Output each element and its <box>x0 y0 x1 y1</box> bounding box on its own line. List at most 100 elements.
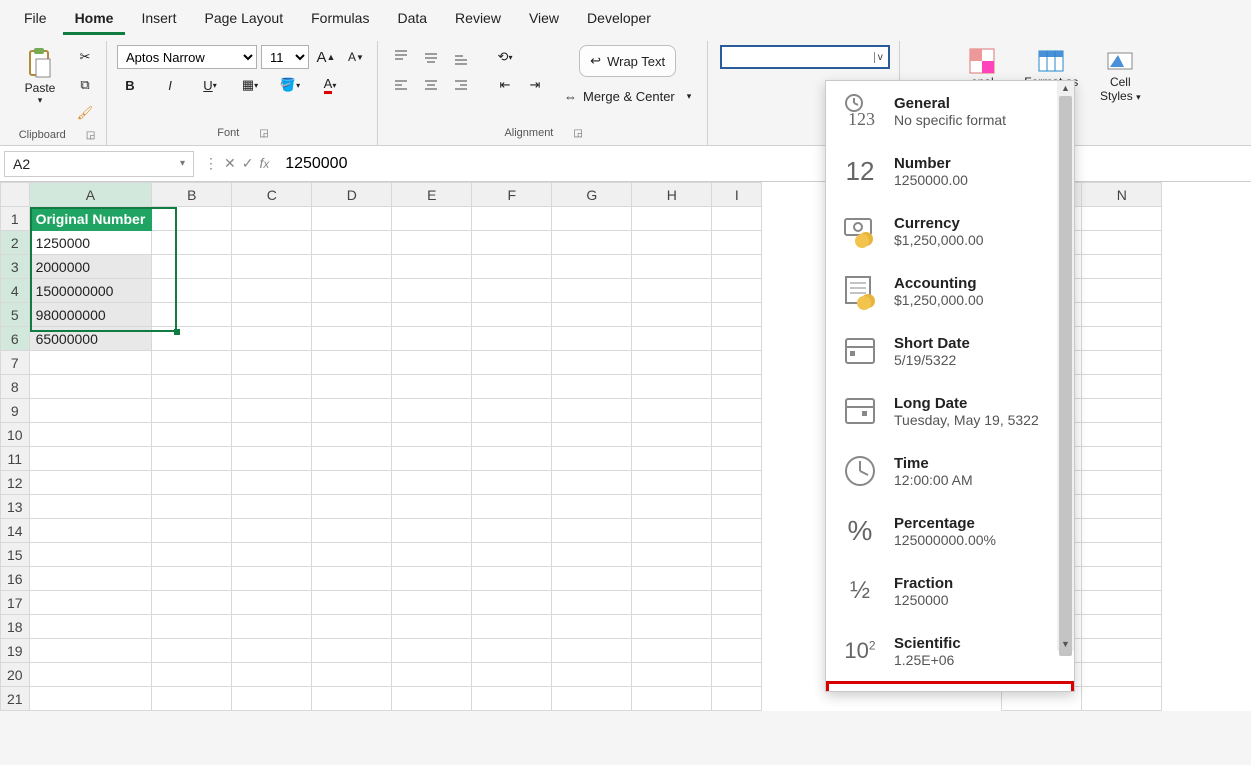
cell-A5[interactable]: 980000000 <box>29 303 152 327</box>
cancel-icon[interactable]: ✕ <box>224 155 236 172</box>
bold-button[interactable]: B <box>117 73 143 97</box>
row-header[interactable]: 9 <box>1 399 30 423</box>
orientation-button[interactable]: ⟲▾ <box>492 45 518 69</box>
tab-insert[interactable]: Insert <box>129 4 188 35</box>
format-painter-button[interactable]: 🖌 <box>72 101 98 125</box>
format-item-long-date[interactable]: Long DateTuesday, May 19, 5322 <box>826 381 1074 441</box>
row-header[interactable]: 4 <box>1 279 30 303</box>
col-header-A[interactable]: A <box>29 183 152 207</box>
font-size-select[interactable]: 11 <box>261 45 309 69</box>
merge-center-button[interactable]: ⇔ Merge & Center ▾ <box>556 85 699 108</box>
alignment-launcher[interactable]: ◲ <box>573 128 582 139</box>
row-header[interactable]: 20 <box>1 663 30 687</box>
cell-A1[interactable]: Original Number <box>29 207 152 231</box>
scroll-down-icon[interactable]: ▼ <box>1057 639 1074 649</box>
name-box[interactable]: A2 ▾ <box>4 151 194 177</box>
col-header-I[interactable]: I <box>712 183 762 207</box>
font-name-select[interactable]: Aptos Narrow <box>117 45 257 69</box>
number-format-combo[interactable]: v <box>720 45 890 69</box>
increase-indent-button[interactable]: ⇥ <box>522 73 548 97</box>
format-item-accounting[interactable]: Accounting $1,250,000.00 <box>826 261 1074 321</box>
row-header[interactable]: 14 <box>1 519 30 543</box>
row-header[interactable]: 19 <box>1 639 30 663</box>
col-header-F[interactable]: F <box>472 183 552 207</box>
row-header[interactable]: 11 <box>1 447 30 471</box>
row-header[interactable]: 18 <box>1 615 30 639</box>
row-header[interactable]: 1 <box>1 207 30 231</box>
borders-button[interactable]: ▦▾ <box>237 73 263 97</box>
fx-icon[interactable]: fx <box>259 155 269 172</box>
tab-view[interactable]: View <box>517 4 571 35</box>
formula-input[interactable] <box>275 149 1251 179</box>
row-header[interactable]: 8 <box>1 375 30 399</box>
cell-label2: Styles <box>1100 89 1133 103</box>
col-header-E[interactable]: E <box>392 183 472 207</box>
copy-button[interactable]: ⧉ <box>72 73 98 97</box>
format-item-general[interactable]: 123GeneralNo specific format <box>826 81 1074 141</box>
align-left-button[interactable] <box>388 73 414 97</box>
tab-formulas[interactable]: Formulas <box>299 4 381 35</box>
format-item-short-date[interactable]: Short Date5/19/5322 <box>826 321 1074 381</box>
row-header[interactable]: 5 <box>1 303 30 327</box>
cell-A6[interactable]: 65000000 <box>29 327 152 351</box>
italic-button[interactable]: I <box>157 73 183 97</box>
col-header-H[interactable]: H <box>632 183 712 207</box>
align-middle-button[interactable] <box>418 45 444 69</box>
tab-home[interactable]: Home <box>63 4 126 35</box>
row-header[interactable]: 3 <box>1 255 30 279</box>
increase-font-button[interactable]: A▲ <box>313 45 339 69</box>
decrease-font-button[interactable]: A▼ <box>343 45 369 69</box>
tab-page-layout[interactable]: Page Layout <box>192 4 295 35</box>
format-item-currency[interactable]: Currency$1,250,000.00 <box>826 201 1074 261</box>
align-bottom-button[interactable] <box>448 45 474 69</box>
cell-A3[interactable]: 2000000 <box>29 255 152 279</box>
row-header[interactable]: 7 <box>1 351 30 375</box>
font-launcher[interactable]: ◲ <box>259 128 268 139</box>
fb-dropdown-icon[interactable]: ⋮ <box>204 155 218 172</box>
align-center-button[interactable] <box>418 73 444 97</box>
col-header-D[interactable]: D <box>312 183 392 207</box>
format-item-icon: 12 <box>840 151 880 191</box>
decrease-indent-button[interactable]: ⇤ <box>492 73 518 97</box>
format-item-percentage[interactable]: %Percentage125000000.00% <box>826 501 1074 561</box>
font-color-button[interactable]: A▾ <box>317 73 343 97</box>
col-header-C[interactable]: C <box>232 183 312 207</box>
row-header[interactable]: 2 <box>1 231 30 255</box>
paste-button[interactable]: Paste ▾ <box>16 45 64 108</box>
dropdown-scrollbar[interactable]: ▲ ▼ <box>1057 81 1074 651</box>
format-item-scientific[interactable]: 102Scientific1.25E+06 <box>826 621 1074 681</box>
col-header-B[interactable]: B <box>152 183 232 207</box>
cell-styles-button[interactable]: Cell Styles ▾ <box>1090 45 1150 105</box>
tab-review[interactable]: Review <box>443 4 513 35</box>
scroll-thumb[interactable] <box>1059 96 1072 656</box>
cut-button[interactable]: ✂ <box>72 45 98 69</box>
fill-color-button[interactable]: 🪣▾ <box>277 73 303 97</box>
row-header[interactable]: 6 <box>1 327 30 351</box>
more-number-formats-button[interactable]: More Number Formats... <box>826 681 1074 691</box>
wrap-text-button[interactable]: ↩ Wrap Text <box>579 45 676 77</box>
enter-icon[interactable]: ✓ <box>242 155 254 172</box>
align-right-button[interactable] <box>448 73 474 97</box>
row-header[interactable]: 21 <box>1 687 30 711</box>
clipboard-launcher[interactable]: ◲ <box>86 130 95 141</box>
tab-file[interactable]: File <box>12 4 59 35</box>
col-header-G[interactable]: G <box>552 183 632 207</box>
col-header-N[interactable]: N <box>1082 183 1162 207</box>
row-header[interactable]: 15 <box>1 543 30 567</box>
select-all-corner[interactable] <box>1 183 30 207</box>
scroll-up-icon[interactable]: ▲ <box>1057 83 1074 93</box>
row-header[interactable]: 16 <box>1 567 30 591</box>
align-top-button[interactable] <box>388 45 414 69</box>
row-header[interactable]: 17 <box>1 591 30 615</box>
tab-developer[interactable]: Developer <box>575 4 663 35</box>
row-header[interactable]: 12 <box>1 471 30 495</box>
underline-button[interactable]: U▾ <box>197 73 223 97</box>
tab-data[interactable]: Data <box>385 4 439 35</box>
format-item-number[interactable]: 12Number1250000.00 <box>826 141 1074 201</box>
row-header[interactable]: 10 <box>1 423 30 447</box>
format-item-time[interactable]: Time12:00:00 AM <box>826 441 1074 501</box>
row-header[interactable]: 13 <box>1 495 30 519</box>
format-item-fraction[interactable]: ½Fraction1250000 <box>826 561 1074 621</box>
cell-A4[interactable]: 1500000000 <box>29 279 152 303</box>
cell-A2[interactable]: 1250000 <box>29 231 152 255</box>
